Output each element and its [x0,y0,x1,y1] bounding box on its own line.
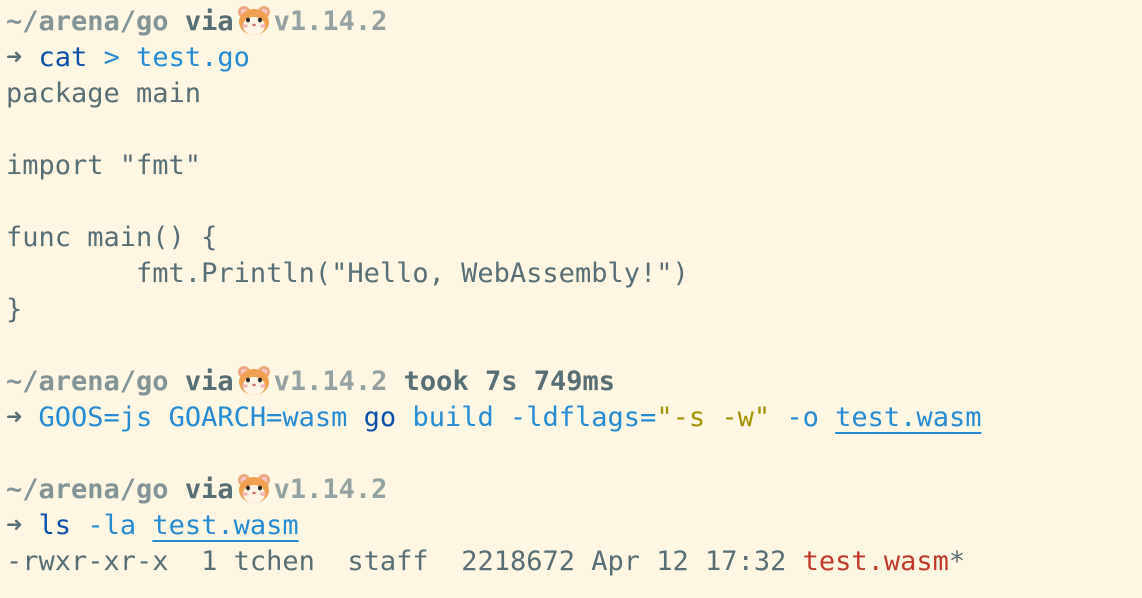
command-target: test.go [136,42,250,73]
source-line: import "fmt" [6,150,202,181]
prompt-path: ~/arena/go [6,474,169,505]
source-line: package main [6,78,202,109]
prompt-line: ~/arena/go via v1.14.2 [6,4,1142,40]
file-date: Apr 12 17:32 [591,546,787,577]
command-target-file[interactable]: test.wasm [152,510,298,541]
executable-marker: * [948,546,966,577]
took-duration: 7s 749ms [484,366,616,397]
command-flag-value: "-s -w" [656,402,771,433]
took-label: took [403,366,469,397]
source-line [6,184,1142,220]
ls-output-row: -rwxr-xr-x 1 tchen staff 2218672 Apr 12 … [6,544,1142,580]
terminal-window[interactable]: ~/arena/go via v1.14.2 ➜ cat > test.go pa… [0,0,1142,598]
prompt-line: ~/arena/go via v1.14.2 took 7s 749ms [6,364,1142,400]
command-program: cat [38,42,88,73]
prompt-via: via [184,6,234,37]
prompt-line: ~/arena/go via v1.14.2 [6,472,1142,508]
source-line: func main() { [6,222,218,253]
command-redirect: > [103,42,120,73]
file-name[interactable]: test.wasm [803,546,949,577]
file-permissions: -rwxr-xr-x [6,546,169,577]
command-env-goos: GOOS=js [38,402,153,433]
file-links: 1 [201,546,218,577]
command-program: go [363,402,397,433]
source-line: } [6,294,23,325]
command-output-flag: -o [786,402,819,433]
file-size: 2218672 [461,546,575,577]
prompt-path: ~/arena/go [6,6,169,37]
command-line[interactable]: ➜ cat > test.go [6,40,1142,76]
command-program: ls [38,510,72,541]
prompt-path: ~/arena/go [6,366,169,397]
hamster-emoji-icon [237,366,270,395]
prompt-arrow-icon: ➜ [6,402,23,433]
file-owner: tchen [233,546,315,577]
go-version: v1.14.2 [273,366,388,397]
command-line[interactable]: ➜ GOOS=js GOARCH=wasm go build -ldflags=… [6,400,1142,436]
source-line [6,112,1142,148]
file-group: staff [347,546,429,577]
go-version: v1.14.2 [273,474,388,505]
prompt-arrow-icon: ➜ [6,42,23,73]
prompt-via: via [184,474,234,505]
hamster-emoji-icon [237,6,270,35]
command-subcommand: build [412,402,494,433]
source-line: fmt.Println("Hello, WebAssembly!") [6,258,689,289]
command-flag: -la [87,510,137,541]
go-version: v1.14.2 [273,6,388,37]
command-target-file[interactable]: test.wasm [835,402,981,433]
prompt-arrow-icon: ➜ [6,510,23,541]
command-line[interactable]: ➜ ls -la test.wasm [6,508,1142,544]
command-flag: -ldflags= [510,402,657,433]
prompt-via: via [184,366,234,397]
hamster-emoji-icon [237,474,270,503]
command-env-goarch: GOARCH=wasm [168,402,348,433]
